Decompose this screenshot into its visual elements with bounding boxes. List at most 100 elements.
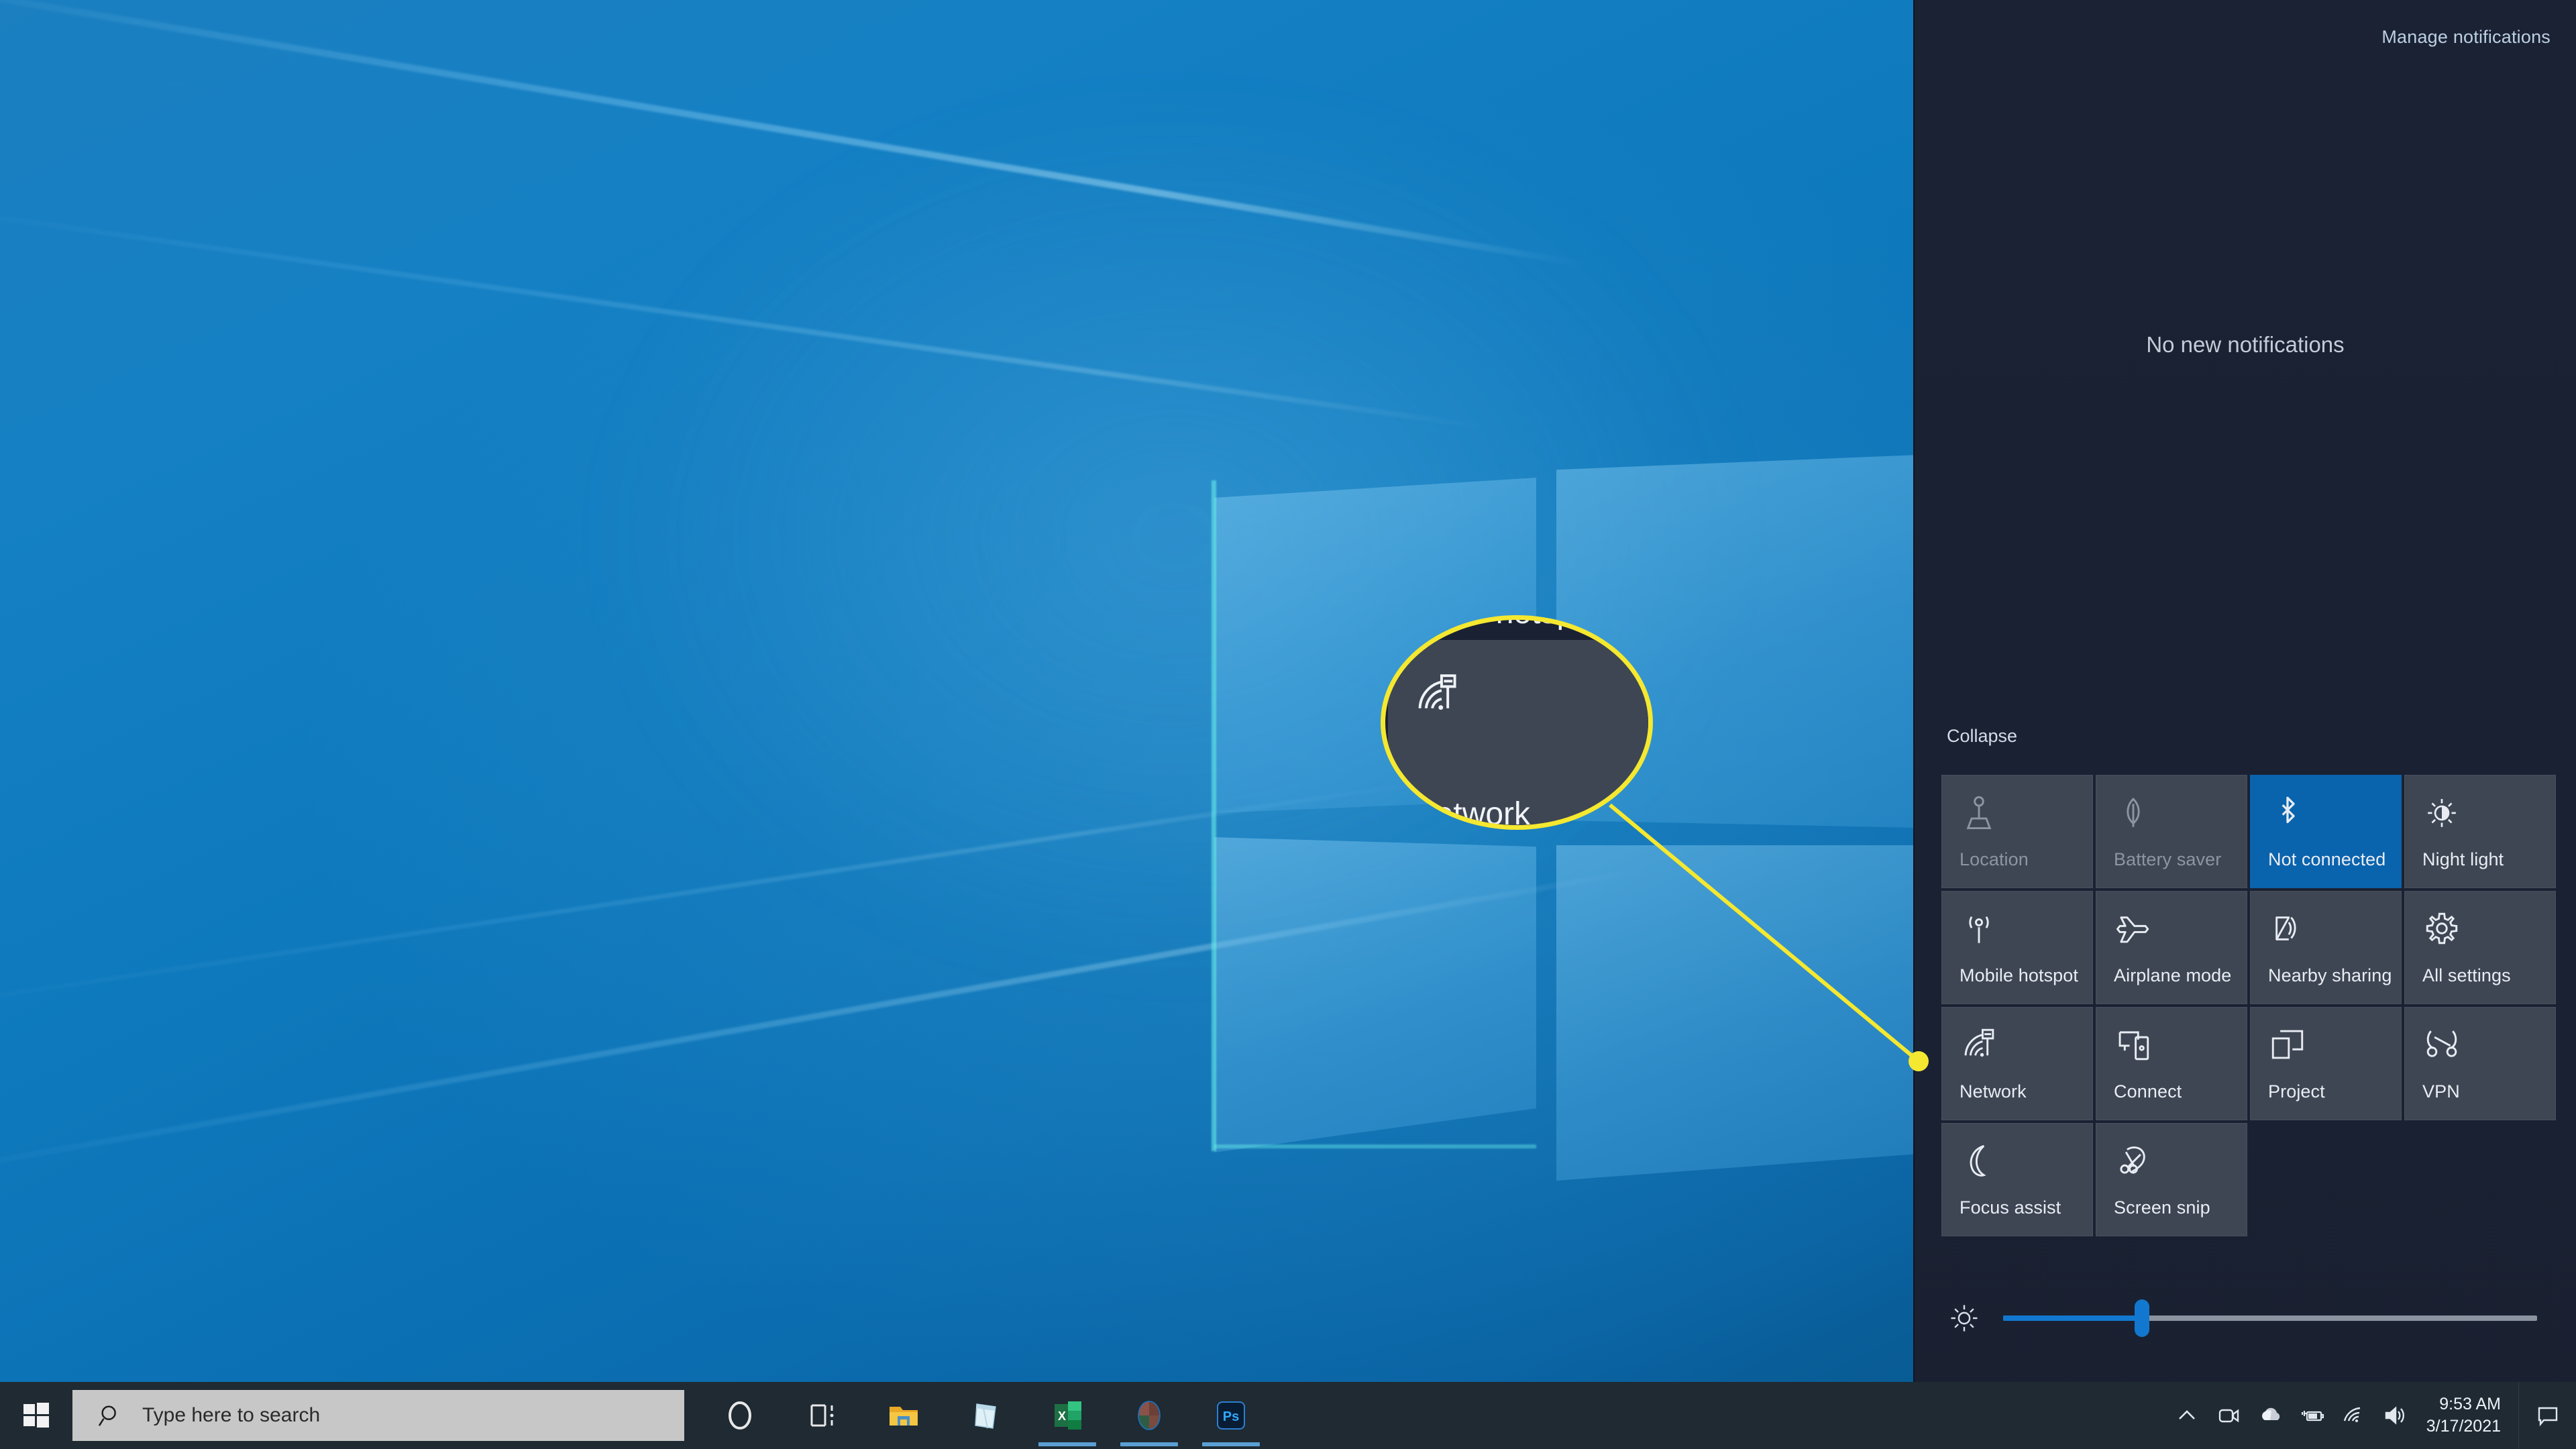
quick-action-label: Airplane mode [2114, 965, 2232, 985]
taskbar-app-list: X Ps [699, 1382, 1272, 1449]
quick-action-airplane-mode[interactable]: Airplane mode [2096, 891, 2247, 1004]
tray-item-volume[interactable] [2374, 1382, 2416, 1449]
tray-item-onedrive[interactable] [2249, 1382, 2291, 1449]
clock-date: 3/17/2021 [2426, 1417, 2501, 1436]
quick-action-label: Screen snip [2114, 1197, 2210, 1218]
taskbar-item-file-explorer[interactable] [863, 1382, 945, 1449]
browser-icon [1131, 1397, 1167, 1434]
logo-pane [1214, 837, 1536, 1152]
tray-item-battery[interactable] [2291, 1382, 2332, 1449]
taskbar-item-cortana[interactable] [699, 1382, 781, 1449]
screen-snip-icon [2114, 1141, 2153, 1180]
quick-action-battery-saver[interactable]: Battery saver [2096, 775, 2247, 888]
taskbar-clock[interactable]: 9:53 AM 3/17/2021 [2416, 1393, 2518, 1438]
quick-action-label: Not connected [2268, 849, 2386, 869]
wifi-icon [2343, 1407, 2360, 1422]
mobile-hotspot-icon [1960, 909, 1998, 948]
svg-text:X: X [1058, 1409, 1066, 1423]
taskbar-item-excel[interactable]: X [1026, 1382, 1108, 1449]
collapse-link[interactable]: Collapse [1947, 726, 2017, 747]
connect-icon [2114, 1025, 2153, 1064]
airplane-icon [2114, 909, 2153, 948]
quick-action-bluetooth[interactable]: Not connected [2250, 775, 2402, 888]
magnified-network-label: Network [1412, 796, 1531, 830]
quick-action-label: Network [1960, 1081, 2027, 1102]
action-center-panel: Manage notifications No new notification… [1913, 0, 2576, 1382]
brightness-slider-thumb[interactable] [2134, 1299, 2149, 1337]
tray-item-wifi[interactable] [2332, 1382, 2374, 1449]
callout-anchor-dot [1909, 1051, 1929, 1071]
battery-leaf-icon [2114, 793, 2153, 832]
quick-action-label: Battery saver [2114, 849, 2222, 869]
taskbar-item-sticky-notes[interactable] [945, 1382, 1026, 1449]
brightness-slider-fill [2003, 1316, 2142, 1321]
quick-action-network[interactable]: Network [1941, 1007, 2093, 1120]
project-icon [2268, 1025, 2307, 1064]
taskbar-item-photoshop[interactable]: Ps [1190, 1382, 1272, 1449]
quick-action-label: All settings [2422, 965, 2511, 985]
svg-text:Ps: Ps [1223, 1409, 1239, 1424]
cloud-icon [2261, 1407, 2279, 1420]
brightness-icon [1947, 1301, 1982, 1336]
speech-bubble-icon [2538, 1407, 2557, 1427]
wallpaper-light-beam [0, 0, 1587, 268]
quick-action-label: Location [1960, 849, 2029, 869]
quick-action-screen-snip[interactable]: Screen snip [2096, 1123, 2247, 1236]
speaker-icon [2385, 1406, 2404, 1425]
show-hidden-icons-button[interactable] [2166, 1382, 2208, 1449]
location-icon [1960, 793, 1998, 832]
manage-notifications-link[interactable]: Manage notifications [2381, 27, 2551, 48]
search-icon [98, 1403, 123, 1428]
quick-action-project[interactable]: Project [2250, 1007, 2402, 1120]
start-button[interactable] [0, 1382, 72, 1449]
quick-action-focus-assist[interactable]: Focus assist [1941, 1123, 2093, 1236]
quick-action-label: Focus assist [1960, 1197, 2061, 1218]
quick-action-placeholder [2250, 1123, 2402, 1236]
magnifier-content: Mobile hotsp Network [1385, 620, 1648, 830]
brightness-slider-track[interactable] [2003, 1299, 2537, 1337]
quick-action-nearby-sharing[interactable]: Nearby sharing [2250, 891, 2402, 1004]
action-center-button[interactable] [2518, 1382, 2576, 1449]
camera-icon [2218, 1409, 2239, 1423]
quick-action-vpn[interactable]: VPN [2404, 1007, 2556, 1120]
quick-actions-grid: Location Battery saver Not connected Nig… [1941, 775, 2557, 1236]
empty-notifications-message: No new notifications [2146, 332, 2345, 357]
moon-icon [1960, 1141, 1998, 1180]
quick-action-label: Mobile hotspot [1960, 965, 2079, 985]
tray-item-camera[interactable] [2208, 1382, 2249, 1449]
night-light-icon [2422, 793, 2461, 832]
battery-charging-icon [2301, 1411, 2324, 1421]
desktop-screen: Manage notifications No new notification… [0, 0, 2576, 1449]
taskbar-item-browser[interactable] [1108, 1382, 1190, 1449]
quick-action-location[interactable]: Location [1941, 775, 2093, 888]
system-tray: 9:53 AM 3/17/2021 [2166, 1382, 2576, 1449]
vpn-icon [2422, 1025, 2461, 1064]
task-view-icon [804, 1397, 840, 1434]
gear-icon [2422, 909, 2461, 948]
quick-action-label: VPN [2422, 1081, 2460, 1102]
clock-time: 9:53 AM [2439, 1395, 2501, 1413]
quick-action-connect[interactable]: Connect [2096, 1007, 2247, 1120]
quick-action-label: Night light [2422, 849, 2504, 869]
search-box[interactable]: Type here to search [72, 1390, 684, 1441]
quick-action-mobile-hotspot[interactable]: Mobile hotspot [1941, 891, 2093, 1004]
cortana-icon [722, 1397, 758, 1434]
excel-icon: X [1049, 1397, 1085, 1434]
quick-action-placeholder [2404, 1123, 2556, 1236]
network-wifi-icon [1412, 669, 1462, 719]
file-explorer-icon [885, 1397, 922, 1434]
logo-edge [1214, 1144, 1536, 1148]
chevron-up-icon [2178, 1410, 2195, 1419]
taskbar-item-task-view[interactable] [781, 1382, 863, 1449]
taskbar: Type here to search X Ps 9:53 AM 3/17/20… [0, 1382, 2576, 1449]
quick-action-label: Nearby sharing [2268, 965, 2392, 985]
network-wifi-icon [1960, 1025, 1998, 1064]
search-placeholder-text: Type here to search [142, 1404, 321, 1426]
bluetooth-icon [2268, 793, 2307, 832]
quick-action-night-light[interactable]: Night light [2404, 775, 2556, 888]
sticky-notes-icon [967, 1397, 1004, 1434]
photoshop-icon: Ps [1213, 1397, 1249, 1434]
logo-edge [1212, 480, 1216, 1151]
quick-action-all-settings[interactable]: All settings [2404, 891, 2556, 1004]
nearby-sharing-icon [2268, 909, 2307, 948]
